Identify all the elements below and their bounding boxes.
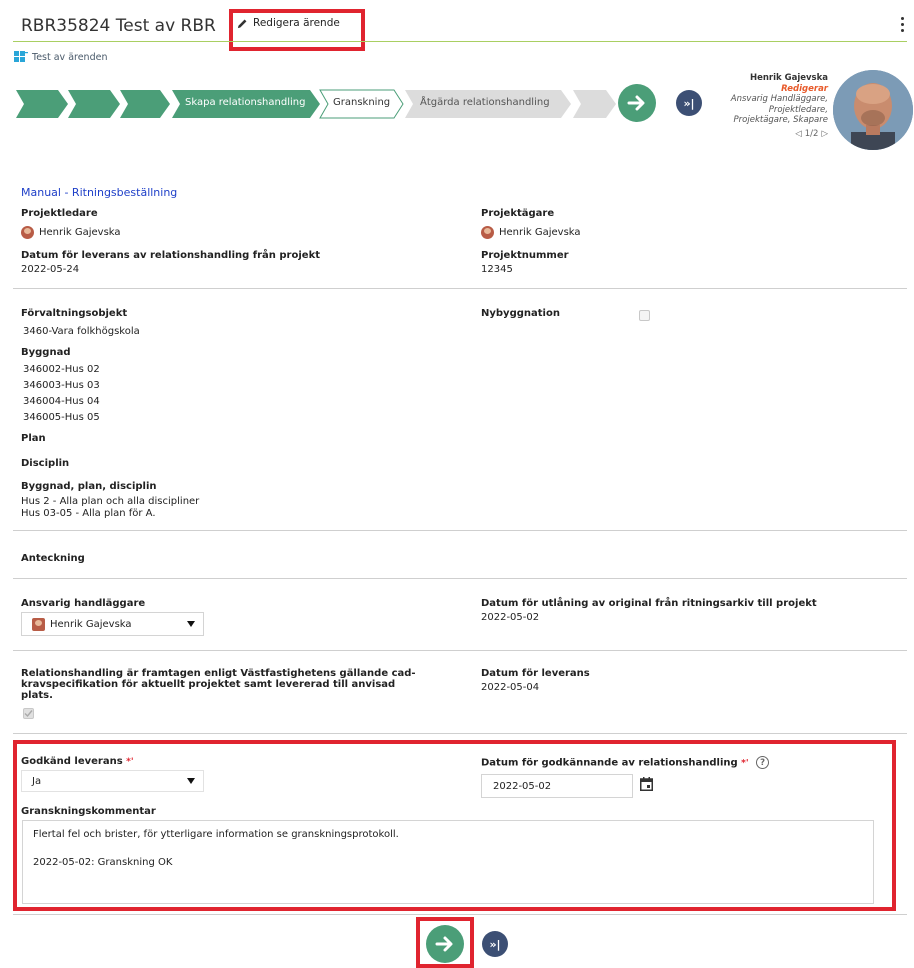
process-step-done (16, 90, 68, 118)
user-role: Projektledare, (768, 104, 828, 115)
section-divider (13, 530, 907, 531)
delivery-date-project-value: 2022-05-24 (21, 264, 80, 275)
building-plan-discipline-value: Hus 2 - Alla plan och alla discipliner (21, 496, 200, 507)
process-step-pending (573, 90, 616, 118)
next-step-bottom-button[interactable] (426, 925, 464, 963)
project-leader-value: Henrik Gajevska (21, 226, 121, 239)
cad-spec-checkbox[interactable] (23, 708, 34, 719)
chevron-down-icon (187, 621, 195, 627)
responsible-officer-select[interactable]: Henrik Gajevska (21, 612, 204, 636)
step-label-review: Granskning (333, 97, 391, 108)
page-title: RBR35824 Test av RBR (21, 16, 216, 36)
arrow-right-icon (435, 936, 453, 952)
user-avatar (833, 70, 913, 150)
plan-label: Plan (21, 433, 46, 444)
pager-next-icon[interactable]: ▷ (821, 129, 828, 140)
step-label-create: Skapa relationshandling (185, 97, 306, 108)
cad-spec-label-line: Relationshandling är framtagen enligt Vä… (21, 668, 416, 679)
discipline-label: Disciplin (21, 458, 70, 469)
new-construction-label: Nybyggnation (481, 308, 560, 319)
approved-delivery-value: Ja (32, 775, 42, 787)
pager-count: 1/2 (804, 128, 819, 139)
loan-date-value: 2022-05-02 (481, 612, 540, 623)
delivery-date-value: 2022-05-04 (481, 682, 540, 693)
section-divider (13, 914, 907, 915)
pager-prev-icon[interactable]: ◁ (795, 129, 802, 140)
cad-spec-label: Relationshandling är framtagen enligt Vä… (21, 668, 441, 701)
arrow-right-icon (627, 95, 645, 111)
more-menu-icon[interactable] (900, 17, 906, 35)
required-mark: *' (741, 758, 749, 769)
building-label: Byggnad (21, 347, 71, 358)
chevron-down-icon (187, 778, 195, 784)
building-plan-discipline-value: Hus 03-05 - Alla plan för A. (21, 508, 156, 519)
project-number-value: 12345 (481, 264, 513, 275)
responsible-officer-value: Henrik Gajevska (32, 617, 132, 631)
calendar-icon[interactable] (640, 777, 653, 791)
building-value: 346004-Hus 04 (23, 396, 100, 407)
responsible-officer-label: Ansvarig handläggare (21, 598, 146, 609)
project-leader-label: Projektledare (21, 208, 98, 219)
project-owner-label: Projektägare (481, 208, 555, 219)
user-role: Projektägare, Skapare (733, 115, 828, 125)
section-divider (13, 650, 907, 651)
review-comment-line (33, 842, 863, 856)
building-value: 346005-Hus 05 (23, 412, 100, 423)
form-section-title[interactable]: Manual - Ritningsbeställning (21, 186, 177, 199)
user-name: Henrik Gajevska (749, 73, 828, 83)
project-leader-name: Henrik Gajevska (39, 227, 121, 238)
review-comment-line: Flertal fel och brister, för ytterligare… (33, 829, 399, 840)
building-value: 346003-Hus 03 (23, 380, 100, 391)
case-type-link[interactable]: Test av ärenden (14, 51, 107, 63)
skip-to-end-bottom-button[interactable]: »| (482, 931, 508, 957)
cad-spec-label-line: plats. (21, 690, 53, 701)
loan-date-label: Datum för utlåning av original från ritn… (481, 598, 817, 609)
header-divider (13, 41, 907, 42)
case-type-label: Test av ärenden (32, 51, 108, 63)
section-divider (13, 733, 907, 734)
skip-icon: »| (489, 937, 501, 951)
review-comment-label: Granskningskommentar (21, 806, 156, 817)
approved-delivery-label-text: Godkänd leverans (21, 756, 123, 767)
project-owner-name: Henrik Gajevska (499, 227, 581, 238)
building-plan-discipline-label: Byggnad, plan, disciplin (21, 481, 157, 492)
section-divider (13, 288, 907, 289)
management-object-value: 3460-Vara folkhögskola (23, 326, 140, 337)
delivery-date-project-label: Datum för leverans av relationshandling … (21, 250, 321, 261)
review-comment-textarea[interactable]: Flertal fel och brister, för ytterligare… (22, 820, 874, 904)
required-mark: *' (126, 757, 134, 767)
user-mini-avatar (481, 226, 494, 239)
case-type-icon (14, 51, 28, 62)
approval-date-label: Datum för godkännande av relationshandli… (481, 756, 770, 769)
building-value: 346002-Hus 02 (23, 364, 100, 375)
approved-delivery-select[interactable]: Ja (21, 770, 204, 792)
responsible-officer-name: Henrik Gajevska (50, 618, 132, 630)
project-owner-value: Henrik Gajevska (481, 226, 581, 239)
next-step-button[interactable] (618, 84, 656, 122)
approval-date-input[interactable]: 2022-05-02 (481, 774, 633, 798)
check-icon (24, 710, 33, 718)
user-mini-avatar (32, 617, 45, 631)
step-label-fix: Åtgärda relationshandling (420, 97, 550, 108)
user-panel: Henrik Gajevska Redigerar Ansvarig Handl… (668, 73, 828, 139)
cad-spec-label-line: kravspecifikation för aktuellt projektet… (21, 679, 396, 690)
review-comment-line: 2022-05-02: Granskning OK (33, 857, 173, 868)
management-object-label: Förvaltningsobjekt (21, 308, 128, 319)
user-status: Redigerar (781, 83, 828, 94)
user-pager: ◁ 1/2 ▷ (668, 129, 828, 140)
process-step-done (68, 90, 120, 118)
user-mini-avatar (21, 226, 34, 239)
project-number-label: Projektnummer (481, 250, 569, 261)
new-construction-checkbox[interactable] (639, 310, 650, 321)
help-icon[interactable]: ? (756, 756, 770, 769)
section-divider (13, 578, 907, 579)
note-label: Anteckning (21, 553, 85, 564)
user-role: Ansvarig Handläggare, (730, 94, 828, 104)
approval-date-label-text: Datum för godkännande av relationshandli… (481, 757, 738, 769)
process-step-done (120, 90, 170, 118)
highlight-edit-button (229, 9, 365, 51)
delivery-date-label: Datum för leverans (481, 668, 590, 679)
approved-delivery-label: Godkänd leverans *' (21, 756, 134, 767)
